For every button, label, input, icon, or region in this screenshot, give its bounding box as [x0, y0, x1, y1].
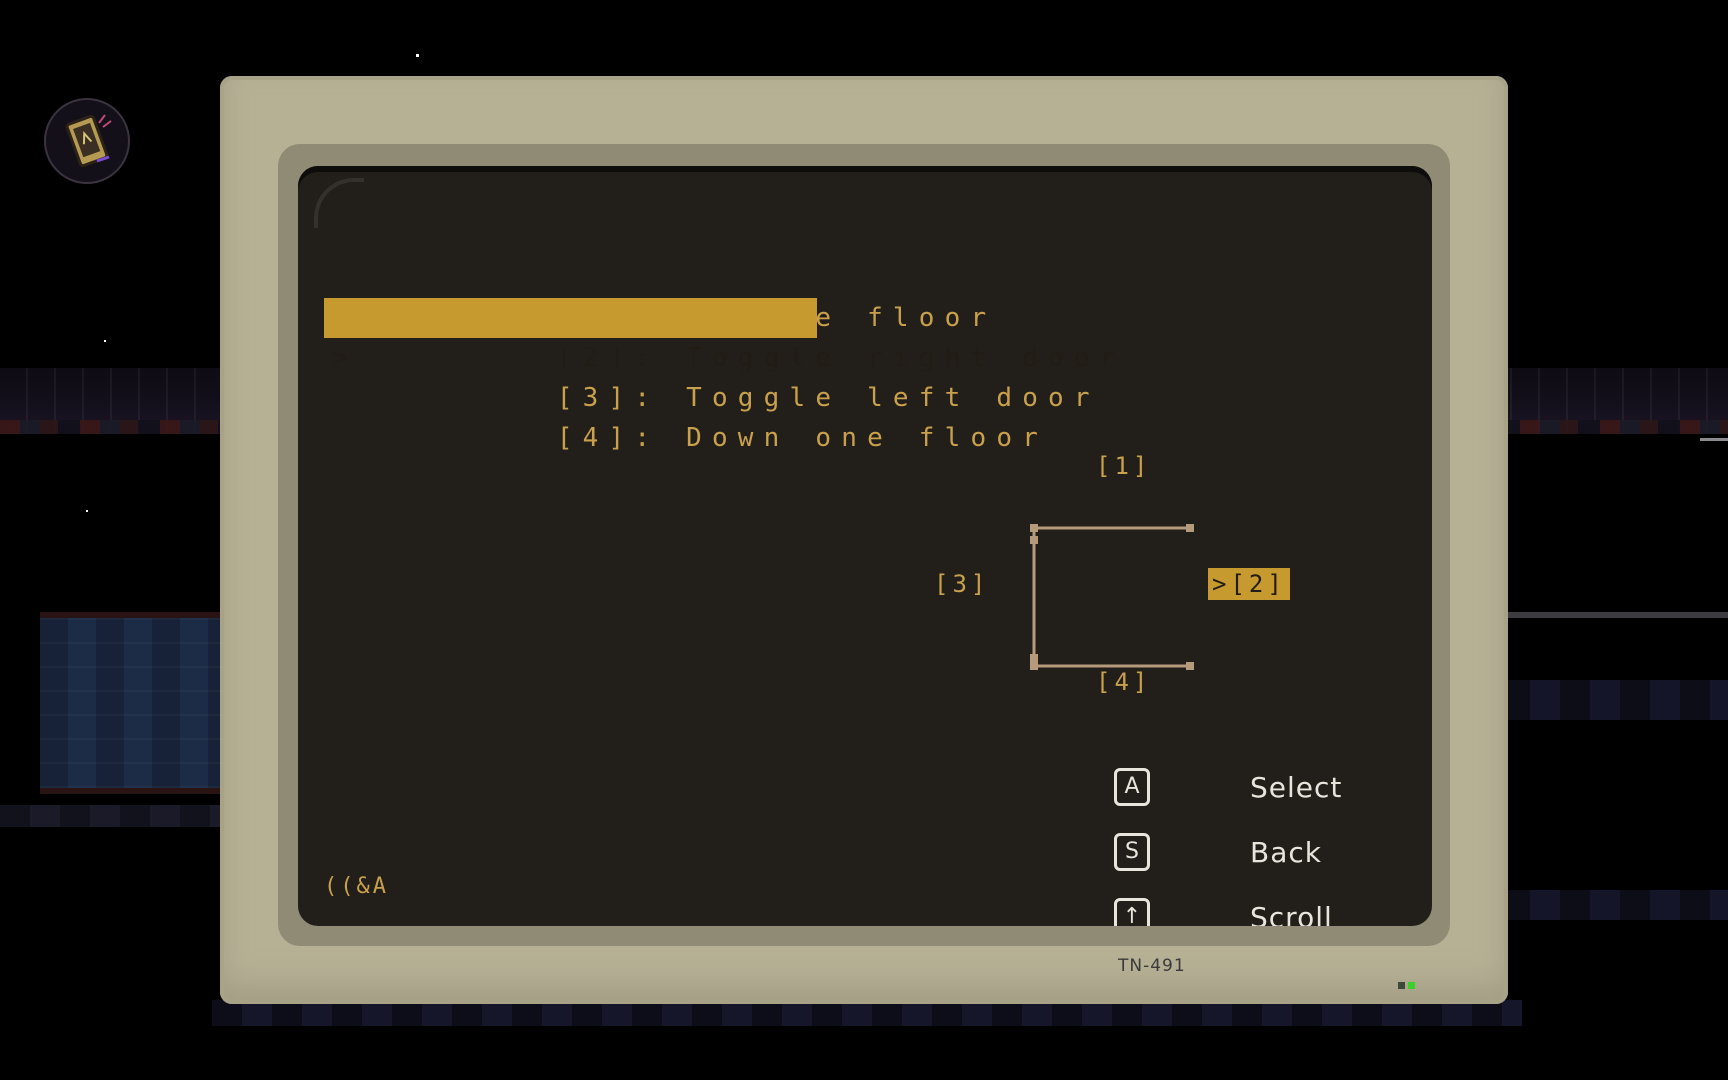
- menu-item-up-one-floor[interactable]: [1]: Up one floor: [324, 258, 1100, 333]
- key-s-icon: S: [1114, 833, 1150, 871]
- control-label: Select: [1250, 771, 1343, 804]
- menu-item-down-one-floor[interactable]: [4]: Down one floor: [324, 378, 1100, 453]
- menu-item-toggle-left-door[interactable]: [3]: Toggle left door: [324, 338, 1100, 413]
- controls-legend: A Select S Back ↑ Scroll: [1114, 766, 1414, 926]
- star: [104, 340, 106, 342]
- phone-device-icon: [65, 114, 112, 168]
- background-rail: [1508, 612, 1728, 618]
- control-select: A Select: [1114, 766, 1414, 810]
- floor-menu: [1]: Up one floor >[2]: Toggle right doo…: [324, 258, 1115, 453]
- terminal-brand: ((&A: [324, 874, 389, 899]
- background-ledge: [0, 805, 220, 827]
- arrow-up-key-icon: ↑: [1114, 898, 1150, 926]
- background-block: [40, 612, 220, 794]
- room-diagram: [1030, 524, 1194, 670]
- terminal-screen: [1]: Up one floor >[2]: Toggle right doo…: [298, 166, 1432, 926]
- map-node-up[interactable]: [1]: [1096, 450, 1151, 482]
- control-label: Back: [1250, 836, 1322, 869]
- map-node-left-door[interactable]: [3]: [934, 568, 989, 600]
- background-ledge-right-lower: [1500, 890, 1728, 920]
- power-led-icon: [1398, 982, 1405, 989]
- control-back: S Back: [1114, 831, 1414, 875]
- star: [416, 54, 419, 57]
- star: [86, 510, 88, 512]
- map-node-right-door[interactable]: >[2]: [1208, 568, 1290, 600]
- screen-glare: [314, 178, 364, 228]
- background-rail-small: [1700, 438, 1728, 441]
- menu-item-label: [4]: Down one floor: [556, 423, 1049, 453]
- key-a-icon: A: [1114, 768, 1150, 806]
- status-led-icon: [1408, 982, 1415, 989]
- device-badge[interactable]: [44, 98, 130, 184]
- background-ledge-right: [1500, 680, 1728, 720]
- control-label: Scroll: [1250, 901, 1333, 926]
- monitor-model-label: TN-491: [1118, 956, 1186, 976]
- terminal-monitor: [1]: Up one floor >[2]: Toggle right doo…: [220, 76, 1508, 1004]
- menu-item-toggle-right-door[interactable]: > [2]: Toggle right door: [324, 298, 1115, 373]
- control-scroll: ↑ Scroll: [1114, 896, 1414, 926]
